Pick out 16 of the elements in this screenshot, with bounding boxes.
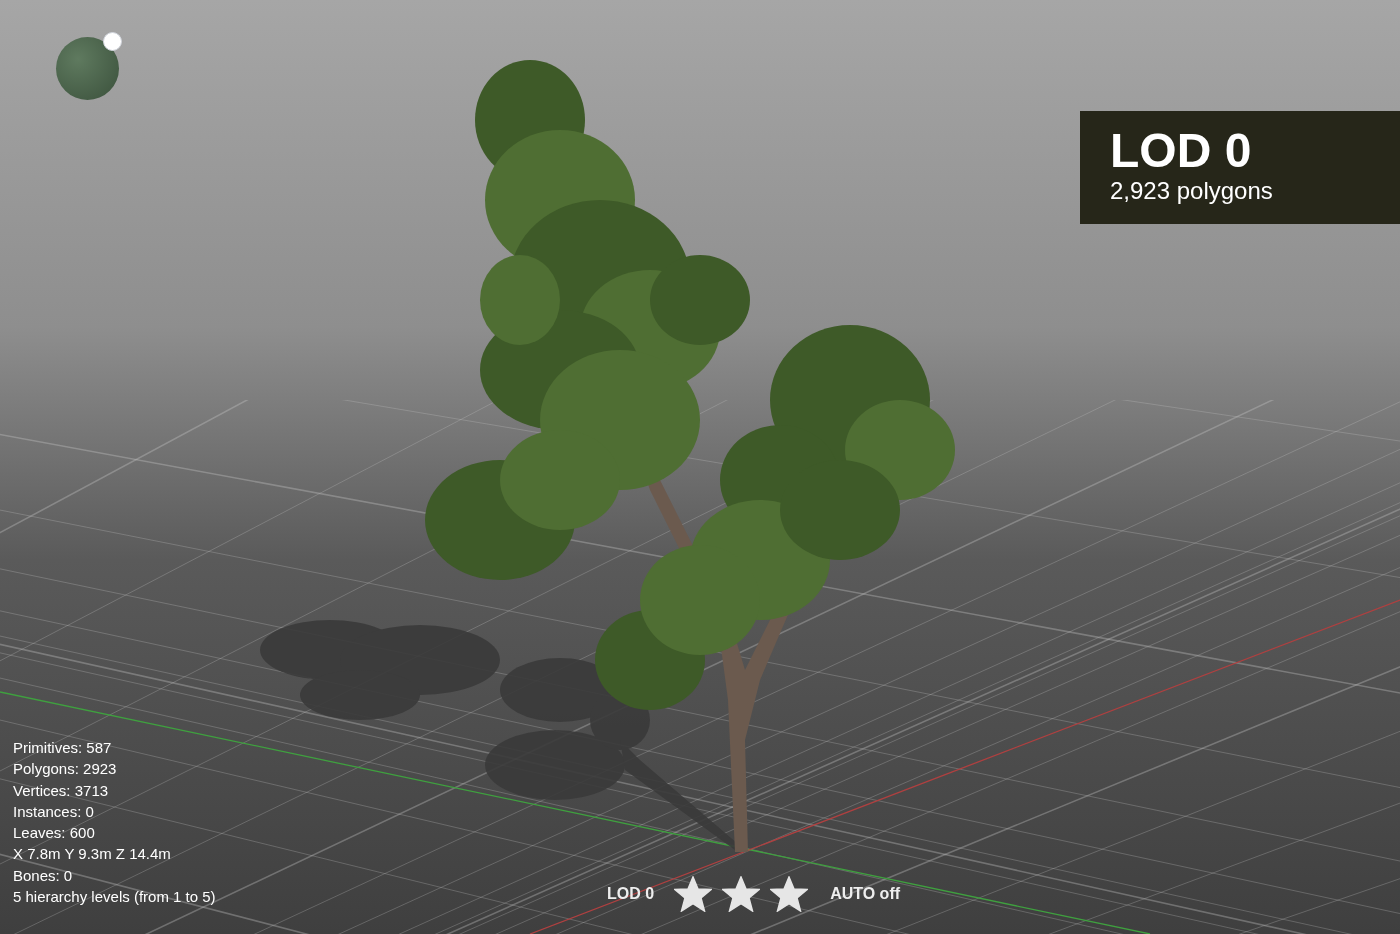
auto-lod-toggle[interactable]: AUTO off — [830, 882, 901, 906]
lod-label: LOD 0 — [607, 884, 655, 904]
stat-line: Vertices: 3713 — [13, 780, 110, 801]
stat-line: Bones: 0 — [13, 865, 74, 886]
stat-line: Primitives: 587 — [13, 738, 113, 758]
star-icon[interactable] — [722, 876, 761, 912]
stat-line: 5 hierarchy levels (from 1 to 5) — [13, 887, 216, 908]
stat-line: X 7.8m Y 9.3m Z 14.4m — [13, 844, 172, 865]
light-direction-widget[interactable] — [56, 32, 122, 100]
star-icon[interactable] — [674, 876, 713, 912]
stat-line: Polygons: 2923 — [13, 759, 118, 780]
stat-line: Leaves: 600 — [13, 823, 96, 844]
polygon-count: 2,923 polygons — [1110, 177, 1274, 205]
stat-line: Instances: 0 — [13, 801, 95, 822]
lod-title: LOD 0 — [1110, 125, 1253, 177]
star-icon[interactable] — [770, 876, 809, 912]
